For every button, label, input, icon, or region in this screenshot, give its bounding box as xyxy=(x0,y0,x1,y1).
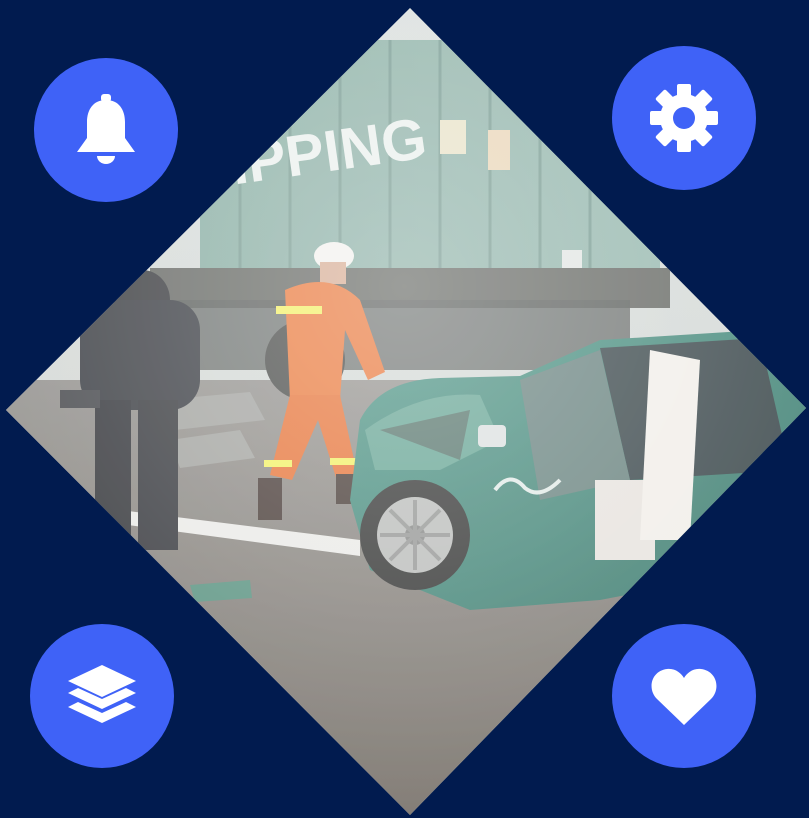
settings-button[interactable] xyxy=(612,46,756,190)
heart-icon xyxy=(651,668,717,725)
app-canvas: IPPING xyxy=(0,0,809,818)
notifications-button[interactable] xyxy=(34,58,178,202)
favorite-button[interactable] xyxy=(612,624,756,768)
layers-icon xyxy=(68,665,136,723)
gear-icon xyxy=(650,84,718,152)
bell-icon xyxy=(77,94,135,164)
layers-button[interactable] xyxy=(30,624,174,768)
